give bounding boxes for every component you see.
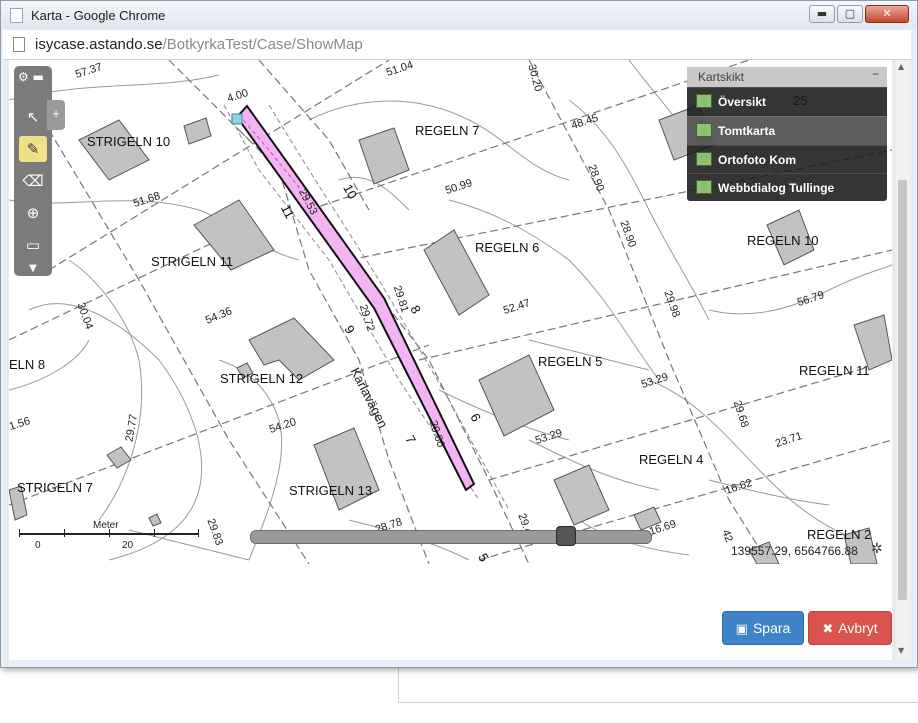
scroll-up-icon[interactable]: ▲ [898, 62, 904, 71]
zoom-slider[interactable] [250, 530, 652, 544]
layer-item-webbdialog[interactable]: Webbdialog Tullinge [687, 173, 887, 202]
layer-label: Tomtkarta [718, 124, 776, 138]
scrollbar-thumb[interactable] [898, 180, 907, 600]
property-label: STRIGELN 13 [289, 483, 373, 498]
save-label: Spara [752, 620, 791, 636]
scale-tick [109, 529, 110, 537]
property-label: STRIGELN 10 [87, 134, 171, 149]
map-icon [696, 180, 712, 194]
scale-end: 20 [122, 540, 134, 551]
property-label: REGELN 10 [747, 233, 819, 248]
layer-label: Webbdialog Tullinge [718, 181, 835, 195]
chevron-down-icon[interactable]: ▼ [19, 256, 47, 282]
floppy-icon: ▣ [735, 622, 748, 637]
url-host: isycase.astando.se [35, 36, 163, 53]
scale-start: 0 [35, 540, 41, 551]
page-content: STRIGELN 10 REGELN 7 REGELN 6 REGELN 10 … [9, 60, 892, 660]
select-tool-icon[interactable]: ↖ [19, 104, 47, 130]
vertex-handle[interactable] [231, 113, 243, 125]
layer-item-oversikt[interactable]: Översikt [687, 87, 887, 116]
edit-tool-icon[interactable]: ✎ [19, 136, 47, 162]
map-view[interactable]: STRIGELN 10 REGELN 7 REGELN 6 REGELN 10 … [9, 60, 892, 564]
layer-item-ortofoto[interactable]: Ortofoto Kom [687, 145, 887, 174]
popup-window: Karta - Google Chrome ▬ ▢ ✕ isycase.asta… [0, 0, 918, 668]
close-icon: ✖ [822, 622, 834, 637]
add-feature-icon[interactable]: ⊕ [19, 200, 47, 226]
eraser-tool-icon[interactable]: ⌫ [19, 168, 47, 194]
scale-tick [64, 529, 65, 537]
coordinate-readout: 139557.29, 6564766.88 [731, 544, 858, 558]
property-label: REGELN 11 [799, 363, 870, 378]
maximize-button[interactable]: ▢ [837, 5, 863, 23]
property-label: STRIGELN 12 [220, 371, 304, 386]
background-page-frame [398, 668, 918, 703]
close-button[interactable]: ✕ [865, 5, 909, 23]
vertical-scrollbar[interactable]: ▲ ▼ [894, 60, 910, 660]
property-label: STRIGELN 11 [151, 254, 234, 269]
cancel-button[interactable]: ✖ Avbryt [808, 611, 892, 645]
measure-tool-icon[interactable]: ▭ [19, 232, 47, 258]
layer-panel-header: Kartskikt − [687, 67, 887, 87]
map-icon [696, 152, 712, 166]
page-icon [13, 37, 25, 52]
scale-tick [154, 529, 155, 537]
collapse-icon[interactable]: − [872, 67, 879, 81]
scale-tick [19, 529, 20, 537]
title-bar: Karta - Google Chrome ▬ ▢ ✕ [1, 1, 917, 29]
property-label: STRIGELN 7 [17, 480, 93, 495]
url-path: /BotkyrkaTest/Case/ShowMap [162, 36, 363, 53]
plus-icon[interactable]: + [47, 100, 65, 130]
scale-bar: Meter 0 20 [19, 520, 199, 551]
layer-label: Ortofoto Kom [718, 153, 796, 167]
page-icon [10, 8, 23, 23]
settings-icon[interactable]: ⚙ ▬ [18, 70, 48, 86]
scale-unit: Meter [93, 520, 119, 531]
layer-item-tomtkarta[interactable]: Tomtkarta [687, 116, 887, 145]
window-title: Karta - Google Chrome [31, 8, 166, 23]
property-label: REGELN 6 [475, 240, 540, 255]
map-icon [696, 123, 712, 137]
cancel-label: Avbryt [838, 620, 878, 636]
layer-panel-title: Kartskikt [698, 70, 745, 84]
layer-label: Översikt [718, 95, 767, 109]
layer-panel: Kartskikt − Översikt Tomtkarta Ortofoto … [687, 67, 887, 201]
scroll-down-icon[interactable]: ▼ [898, 646, 904, 655]
property-label: REGELN 2 [807, 527, 872, 542]
property-label: REGELN 5 [538, 354, 603, 369]
property-label: REGELN 7 [415, 123, 480, 138]
save-button[interactable]: ▣ Spara [722, 611, 804, 645]
loading-spinner-icon: ✲ [871, 541, 883, 557]
property-label: REGELN 4 [639, 452, 704, 467]
map-toolbar: ⚙ ▬ ↖ ✎ ⌫ ⊕ ▭ ▼ [14, 66, 52, 276]
zoom-slider-handle[interactable] [555, 526, 576, 546]
address-bar[interactable]: isycase.astando.se/BotkyrkaTest/Case/Sho… [3, 30, 911, 60]
map-icon [696, 94, 712, 108]
url-text: isycase.astando.se/BotkyrkaTest/Case/Sho… [35, 36, 363, 53]
minimize-button[interactable]: ▬ [809, 5, 835, 23]
property-label: ELN 8 [9, 357, 46, 372]
scale-tick [198, 529, 199, 537]
